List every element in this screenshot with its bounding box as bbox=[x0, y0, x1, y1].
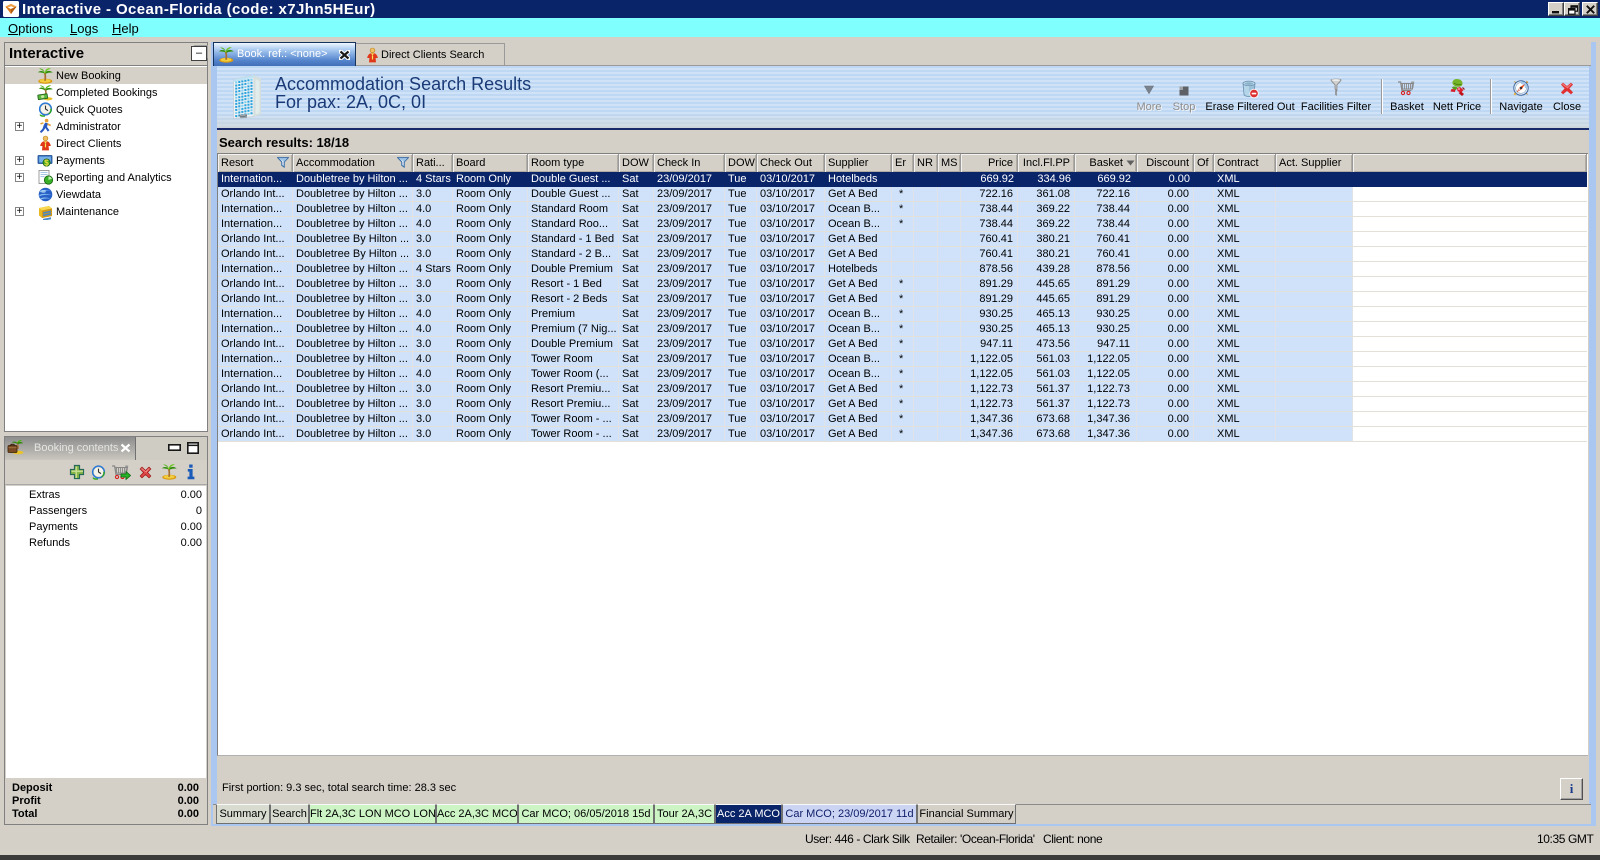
svg-text:$: $ bbox=[44, 158, 49, 167]
